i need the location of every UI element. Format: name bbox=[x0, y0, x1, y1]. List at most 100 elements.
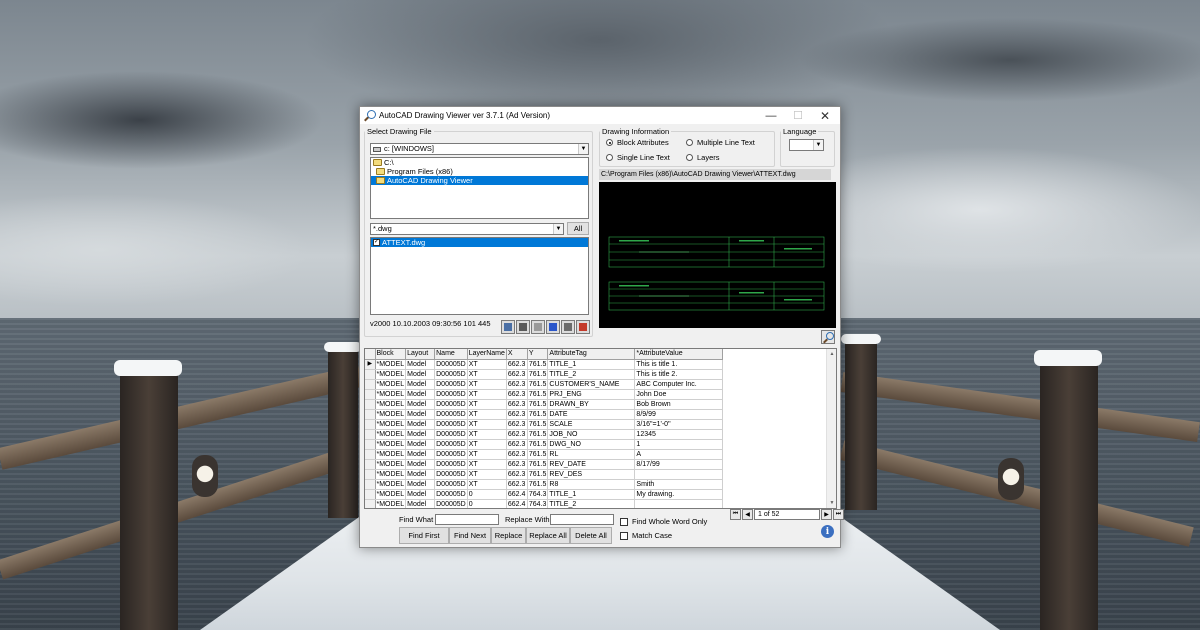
table-cell[interactable]: *MODEL bbox=[375, 449, 407, 460]
table-cell[interactable]: 662.3 bbox=[506, 359, 528, 370]
row-indicator[interactable] bbox=[365, 429, 376, 440]
find-what-input[interactable] bbox=[435, 514, 499, 525]
table-cell[interactable]: *MODEL bbox=[375, 429, 407, 440]
row-indicator[interactable] bbox=[365, 479, 376, 490]
table-cell[interactable]: XT bbox=[467, 469, 507, 480]
table-cell[interactable]: *MODEL bbox=[375, 409, 407, 420]
table-row[interactable]: *MODEL Model D00005D XT 662.3 761.5 SCALE 3/16"… bbox=[365, 419, 724, 430]
folder-list[interactable]: C:\ Program Files (x86) AutoCAD Drawing … bbox=[370, 157, 589, 219]
checkbox-checked-icon[interactable]: ✓ bbox=[373, 239, 380, 246]
table-cell[interactable]: Model bbox=[405, 359, 436, 370]
settings-button[interactable] bbox=[576, 320, 590, 334]
table-cell[interactable]: D00005D bbox=[434, 479, 468, 490]
table-cell[interactable]: D00005D bbox=[434, 409, 468, 420]
table-cell[interactable]: D00005D bbox=[434, 429, 468, 440]
row-indicator[interactable] bbox=[365, 369, 376, 380]
zoom-icon[interactable] bbox=[821, 330, 835, 344]
table-cell[interactable]: 662.3 bbox=[506, 399, 528, 410]
table-row[interactable]: *MODEL Model D00005D XT 662.3 761.5 TITLE_2 Thi… bbox=[365, 369, 724, 380]
table-cell[interactable]: XT bbox=[467, 419, 507, 430]
chevron-down-icon[interactable]: ▼ bbox=[553, 224, 563, 234]
table-cell[interactable]: XT bbox=[467, 379, 507, 390]
table-cell[interactable]: 662.3 bbox=[506, 449, 528, 460]
table-cell[interactable]: D00005D bbox=[434, 489, 468, 500]
table-cell[interactable]: 662.3 bbox=[506, 419, 528, 430]
language-select[interactable]: ▼ bbox=[789, 139, 824, 151]
row-indicator[interactable] bbox=[365, 449, 376, 460]
file-list[interactable]: ✓ ATTEXT.dwg bbox=[370, 237, 589, 315]
table-cell[interactable]: Model bbox=[405, 479, 436, 490]
table-cell[interactable]: 662.3 bbox=[506, 429, 528, 440]
table-cell[interactable]: 0 bbox=[467, 489, 507, 500]
table-cell[interactable] bbox=[634, 499, 724, 508]
table-row[interactable]: *MODEL Model D00005D XT 662.3 761.5 PRJ_ENG Joh… bbox=[365, 389, 724, 400]
table-cell[interactable]: 764.3 bbox=[527, 499, 549, 508]
table-cell[interactable]: Model bbox=[405, 409, 436, 420]
table-cell[interactable]: RL bbox=[547, 449, 636, 460]
column-header[interactable]: Layout bbox=[405, 349, 436, 360]
row-indicator[interactable] bbox=[365, 439, 376, 450]
table-cell[interactable]: XT bbox=[467, 409, 507, 420]
find-next-button[interactable]: Find Next bbox=[449, 527, 491, 544]
table-cell[interactable]: *MODEL bbox=[375, 399, 407, 410]
table-cell[interactable]: XT bbox=[467, 459, 507, 470]
file-item-attext[interactable]: ✓ ATTEXT.dwg bbox=[371, 238, 588, 247]
table-cell[interactable]: Model bbox=[405, 439, 436, 450]
table-cell[interactable]: Bob Brown bbox=[634, 399, 724, 410]
close-button[interactable]: ✕ bbox=[812, 107, 838, 124]
table-row[interactable]: ▶ *MODEL Model D00005D XT 662.3 761.5 TITLE_1 Th… bbox=[365, 359, 724, 370]
row-indicator[interactable]: ▶ bbox=[365, 359, 376, 370]
table-row[interactable]: *MODEL Model D00005D XT 662.3 761.5 REV_DATE 8/… bbox=[365, 459, 724, 470]
chevron-down-icon[interactable]: ▼ bbox=[813, 140, 823, 150]
grid-scrollbar[interactable]: ▲ ▼ bbox=[826, 349, 836, 508]
table-cell[interactable]: *MODEL bbox=[375, 379, 407, 390]
table-row[interactable]: *MODEL Model D00005D XT 662.3 761.5 DWG_NO 1 bbox=[365, 439, 724, 450]
open-button[interactable] bbox=[516, 320, 530, 334]
table-cell[interactable]: CUSTOMER'S_NAME bbox=[547, 379, 636, 390]
attributes-grid[interactable]: Block Layout Name LayerName X Y Attribut… bbox=[364, 348, 837, 509]
table-cell[interactable]: Model bbox=[405, 449, 436, 460]
table-cell[interactable]: *MODEL bbox=[375, 499, 407, 508]
find-first-button[interactable]: Find First bbox=[399, 527, 449, 544]
table-cell[interactable]: DWG_NO bbox=[547, 439, 636, 450]
table-cell[interactable]: REV_DES bbox=[547, 469, 636, 480]
table-cell[interactable]: Model bbox=[405, 389, 436, 400]
table-row[interactable]: *MODEL Model D00005D XT 662.3 761.5 JOB_NO 1234… bbox=[365, 429, 724, 440]
table-cell[interactable]: D00005D bbox=[434, 499, 468, 508]
table-cell[interactable]: 662.3 bbox=[506, 379, 528, 390]
folder-item-drawing-viewer[interactable]: AutoCAD Drawing Viewer bbox=[371, 176, 588, 185]
table-cell[interactable]: 662.3 bbox=[506, 409, 528, 420]
title-bar[interactable]: AutoCAD Drawing Viewer ver 3.7.1 (Ad Ver… bbox=[360, 107, 840, 124]
record-position[interactable]: 1 of 52 bbox=[754, 508, 820, 520]
table-cell[interactable]: XT bbox=[467, 479, 507, 490]
table-cell[interactable]: D00005D bbox=[434, 389, 468, 400]
table-cell[interactable]: *MODEL bbox=[375, 419, 407, 430]
table-cell[interactable]: JOB_NO bbox=[547, 429, 636, 440]
table-cell[interactable]: XT bbox=[467, 389, 507, 400]
table-row[interactable]: *MODEL Model D00005D 0 662.4 764.3 TITLE_1 My d… bbox=[365, 489, 724, 500]
table-row[interactable]: *MODEL Model D00005D XT 662.3 761.5 RL A bbox=[365, 449, 724, 460]
radio-layers[interactable]: Layers bbox=[686, 153, 720, 162]
table-row[interactable]: *MODEL Model D00005D XT 662.3 761.5 CUSTOMER'S… bbox=[365, 379, 724, 390]
file-filter-select[interactable]: *.dwg ▼ bbox=[370, 223, 564, 235]
row-indicator[interactable] bbox=[365, 499, 376, 508]
table-cell[interactable]: 761.5 bbox=[527, 389, 549, 400]
table-cell[interactable]: This is title 2. bbox=[634, 369, 724, 380]
replace-all-button[interactable]: Replace All bbox=[526, 527, 570, 544]
table-cell[interactable]: D00005D bbox=[434, 359, 468, 370]
table-cell[interactable]: *MODEL bbox=[375, 469, 407, 480]
table-cell[interactable]: Model bbox=[405, 429, 436, 440]
table-cell[interactable]: TITLE_1 bbox=[547, 359, 636, 370]
table-cell[interactable]: Model bbox=[405, 499, 436, 508]
minimize-button[interactable]: — bbox=[758, 107, 784, 124]
table-row[interactable]: *MODEL Model D00005D XT 662.3 761.5 REV_DES bbox=[365, 469, 724, 480]
replace-button[interactable]: Replace bbox=[491, 527, 526, 544]
table-cell[interactable]: TITLE_2 bbox=[547, 499, 636, 508]
table-cell[interactable]: 0 bbox=[467, 499, 507, 508]
column-header[interactable]: AttributeTag bbox=[547, 349, 636, 360]
table-cell[interactable]: 761.5 bbox=[527, 379, 549, 390]
table-cell[interactable]: Model bbox=[405, 419, 436, 430]
table-cell[interactable]: 764.3 bbox=[527, 489, 549, 500]
delete-all-button[interactable]: Delete All bbox=[570, 527, 612, 544]
table-cell[interactable]: 761.5 bbox=[527, 409, 549, 420]
